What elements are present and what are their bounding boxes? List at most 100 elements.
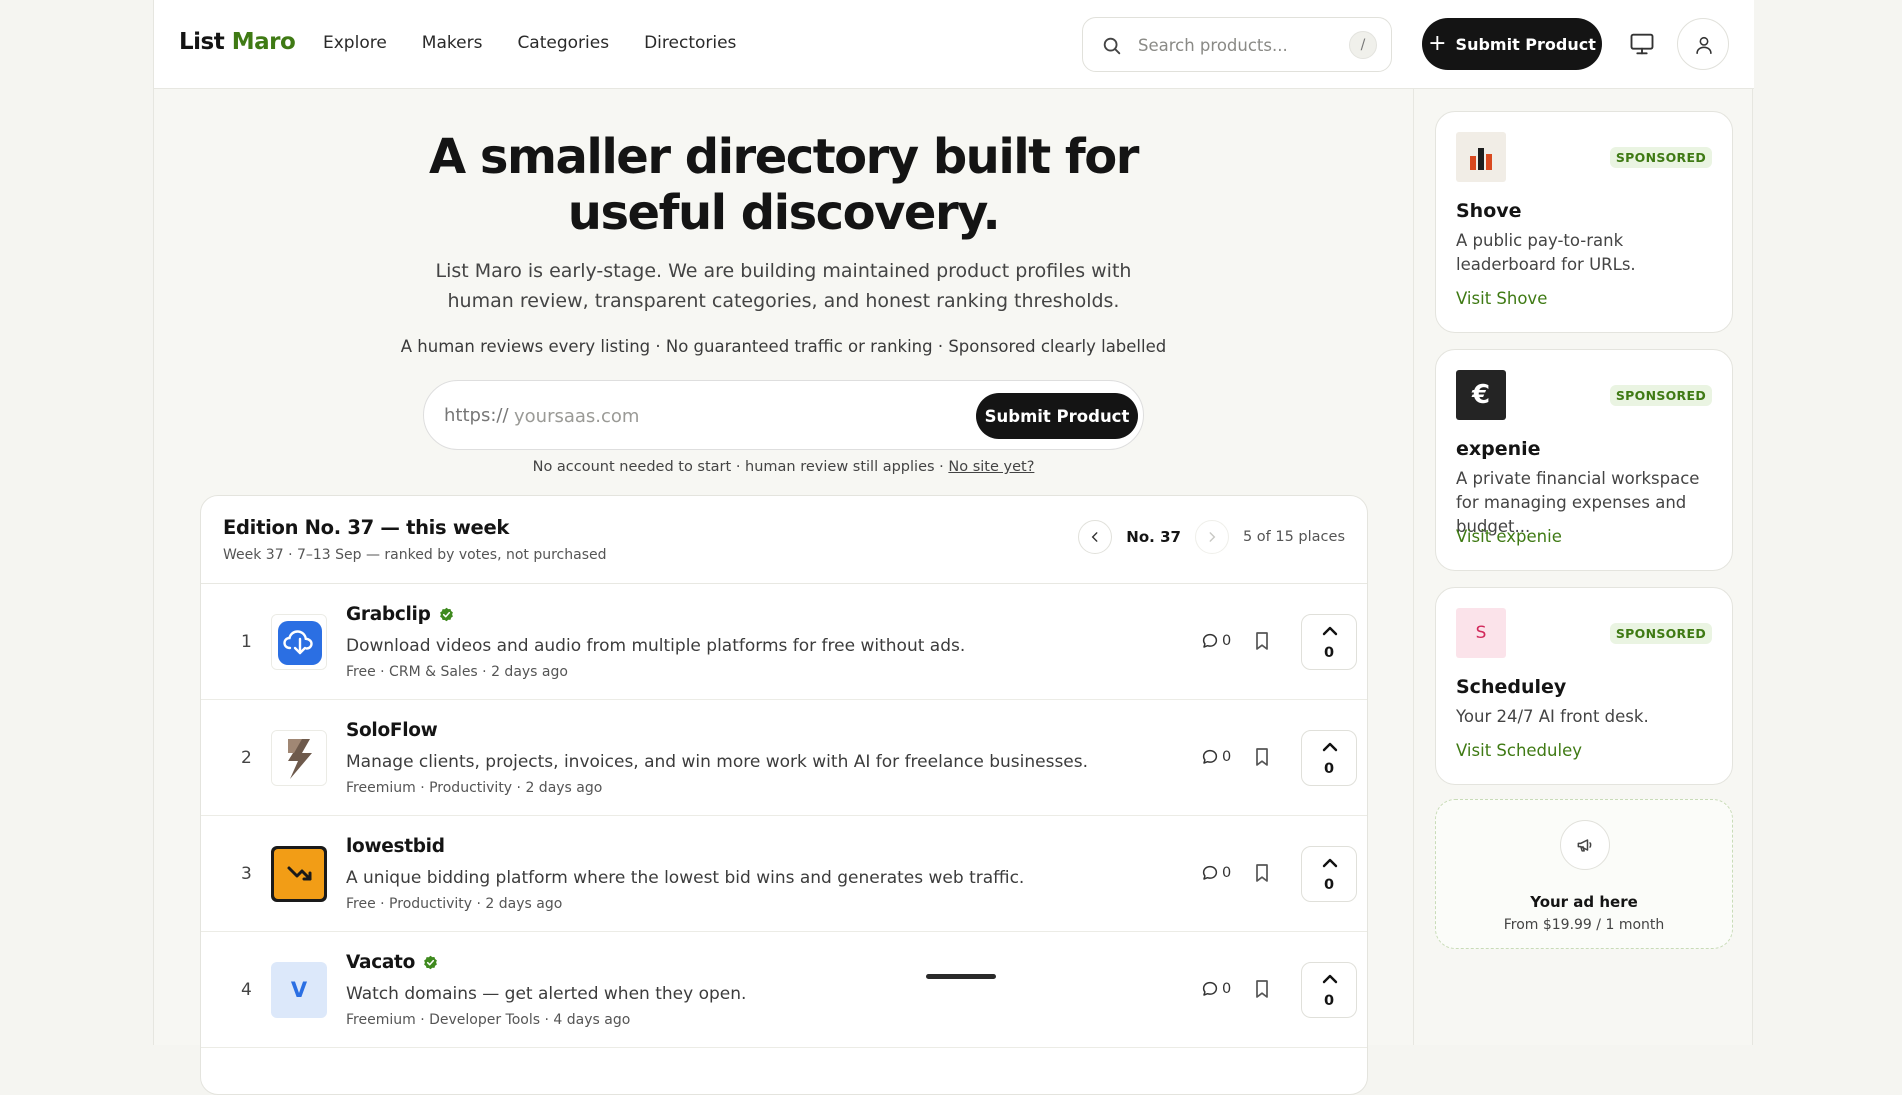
- logo-text-list: List: [179, 29, 225, 55]
- comments-button[interactable]: 0: [1201, 864, 1231, 882]
- product-rank: 2: [241, 748, 252, 768]
- trend-down-icon: [271, 846, 327, 902]
- product-name[interactable]: SoloFlow: [346, 720, 438, 741]
- chevron-right-icon: [1209, 532, 1216, 542]
- bookmark-icon[interactable]: [1253, 631, 1271, 651]
- search-icon: [1103, 37, 1121, 55]
- sponsor-name: expenie: [1456, 438, 1541, 460]
- comment-count: 0: [1222, 749, 1232, 765]
- comments-button[interactable]: 0: [1201, 632, 1231, 650]
- product-logo: [271, 614, 327, 670]
- megaphone-badge: [1560, 820, 1610, 870]
- vote-count: 0: [1323, 993, 1335, 1009]
- sponsor-description: Your 24/7 AI front desk.: [1456, 707, 1649, 726]
- theme-toggle-button[interactable]: [1628, 30, 1656, 58]
- sponsor-sidebar: SPONSORED Shove A public pay-to-rank lea…: [1413, 89, 1754, 1045]
- vote-count: 0: [1323, 645, 1335, 661]
- sponsor-description: A public pay-to-rank leaderboard for URL…: [1456, 231, 1636, 274]
- soloflow-logo: [272, 731, 326, 785]
- places-count: 5 of 15 places: [1242, 529, 1345, 545]
- sponsored-card[interactable]: SPONSORED Shove A public pay-to-rank lea…: [1435, 111, 1733, 333]
- product-row[interactable]: 3 lowestbid A unique bidding platform wh…: [201, 816, 1367, 932]
- account-button[interactable]: [1677, 18, 1729, 70]
- upvote-button[interactable]: 0: [1301, 846, 1357, 902]
- visit-sponsor-link[interactable]: Visit Scheduley: [1456, 741, 1582, 760]
- upvote-button[interactable]: 0: [1301, 962, 1357, 1018]
- comment-icon: [1202, 865, 1218, 880]
- url-input[interactable]: [514, 403, 954, 429]
- product-logo: [271, 730, 327, 786]
- page-frame: List Maro Explore Makers Categories Dire…: [153, 0, 1754, 1095]
- nav-makers[interactable]: Makers: [422, 33, 483, 53]
- product-name[interactable]: lowestbid: [346, 836, 445, 857]
- comment-icon: [1202, 749, 1218, 764]
- comments-button[interactable]: 0: [1201, 980, 1231, 998]
- sponsored-badge: SPONSORED: [1609, 147, 1712, 168]
- product-name-text: Grabclip: [346, 604, 431, 625]
- scroll-handle[interactable]: [926, 974, 996, 979]
- comment-count: 0: [1222, 633, 1232, 649]
- nav-directories[interactable]: Directories: [644, 33, 736, 53]
- hero-title: A smaller directory built for useful dis…: [154, 129, 1413, 241]
- sponsor-name: Shove: [1456, 200, 1522, 222]
- search-input[interactable]: [1138, 34, 1328, 56]
- product-description: Download videos and audio from multiple …: [346, 636, 966, 656]
- hero-title-line1: A smaller directory built for: [429, 129, 1139, 185]
- search-shortcut-key: /: [1349, 31, 1377, 59]
- next-edition-button[interactable]: [1194, 520, 1229, 554]
- top-header: List Maro Explore Makers Categories Dire…: [154, 0, 1754, 89]
- sponsored-card[interactable]: S SPONSORED Scheduley Your 24/7 AI front…: [1435, 587, 1733, 785]
- bookmark-icon[interactable]: [1253, 979, 1271, 999]
- url-prefix: https://: [444, 405, 509, 426]
- product-name[interactable]: Grabclip: [346, 604, 454, 625]
- product-description: A unique bidding platform where the lowe…: [346, 868, 1025, 888]
- sponsored-badge: SPONSORED: [1609, 623, 1712, 644]
- product-name[interactable]: Vacato: [346, 952, 438, 973]
- product-name-text: SoloFlow: [346, 720, 438, 741]
- visit-sponsor-link[interactable]: Visit Shove: [1456, 289, 1547, 308]
- sponsor-name: Scheduley: [1456, 676, 1567, 698]
- megaphone-icon: [1577, 839, 1592, 852]
- product-logo: V: [271, 962, 327, 1018]
- cloud-download-icon: [272, 615, 326, 669]
- nav-categories[interactable]: Categories: [517, 33, 609, 53]
- shove-logo: [1456, 132, 1506, 182]
- product-row[interactable]: 1 Grabclip Download videos and audio fro…: [201, 584, 1367, 700]
- product-meta: Freemium · Developer Tools · 4 days ago: [346, 1012, 631, 1028]
- euro-logo-glyph: €: [1471, 380, 1491, 410]
- verified-icon: [424, 955, 437, 970]
- comment-count: 0: [1222, 865, 1232, 881]
- sponsored-card[interactable]: € SPONSORED expenie A private financial …: [1435, 349, 1733, 571]
- product-rank: 3: [241, 864, 252, 884]
- chevron-up-icon: [1322, 626, 1338, 636]
- url-submit-button[interactable]: Submit Product: [976, 393, 1138, 439]
- bookmark-icon[interactable]: [1253, 747, 1271, 767]
- monitor-icon: [1630, 33, 1654, 55]
- comments-button[interactable]: 0: [1201, 748, 1231, 766]
- hero-description: List Maro is early-stage. We are buildin…: [435, 260, 1132, 312]
- product-row[interactable]: 2 SoloFlow Manage clients, projects, inv…: [201, 700, 1367, 816]
- product-row[interactable]: 4 V Vacato Watch domains — get alerted w…: [201, 932, 1367, 1048]
- nav-explore[interactable]: Explore: [323, 33, 387, 53]
- no-site-link[interactable]: No site yet?: [948, 459, 1034, 475]
- verified-icon: [439, 607, 453, 622]
- bookmark-icon[interactable]: [1253, 863, 1271, 883]
- submit-product-button[interactable]: + Submit Product: [1422, 18, 1602, 70]
- edition-header: Edition No. 37 — this week Week 37 · 7–1…: [201, 496, 1367, 584]
- visit-sponsor-link[interactable]: Visit expenie: [1456, 527, 1562, 546]
- upvote-button[interactable]: 0: [1301, 730, 1357, 786]
- product-name-text: lowestbid: [346, 836, 445, 857]
- upvote-button[interactable]: 0: [1301, 614, 1357, 670]
- url-note-text: No account needed to start · human revie…: [532, 459, 949, 475]
- prev-edition-button[interactable]: [1078, 520, 1113, 554]
- product-meta: Free · Productivity · 2 days ago: [346, 896, 563, 912]
- vote-count: 0: [1323, 877, 1335, 893]
- product-name-text: Vacato: [346, 952, 415, 973]
- site-logo[interactable]: List Maro: [179, 29, 296, 55]
- ad-slot-title: Your ad here: [1530, 893, 1638, 911]
- advertise-slot[interactable]: Your ad here From $19.99 / 1 month: [1435, 799, 1733, 949]
- search-box: /: [1082, 17, 1392, 72]
- comment-icon: [1202, 633, 1218, 648]
- plus-icon: +: [1428, 31, 1447, 56]
- chevron-up-icon: [1322, 742, 1338, 752]
